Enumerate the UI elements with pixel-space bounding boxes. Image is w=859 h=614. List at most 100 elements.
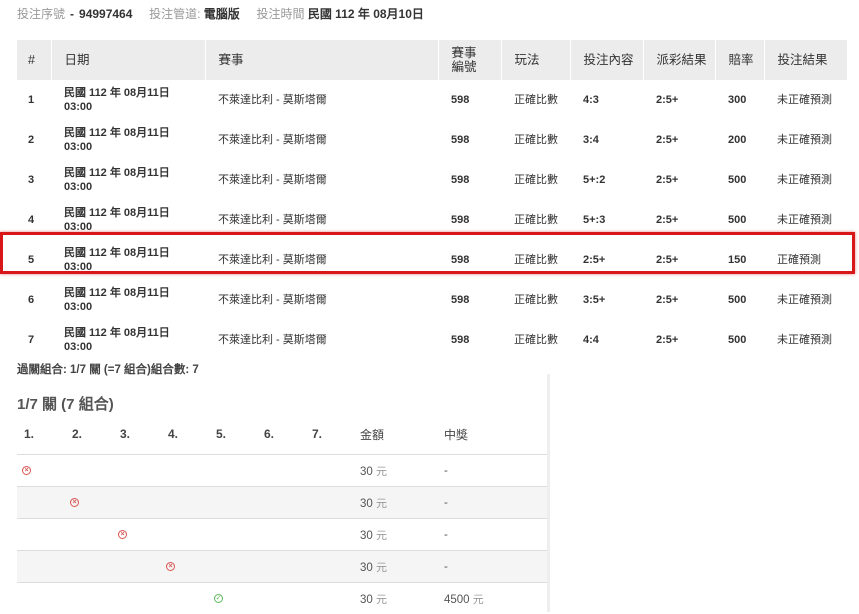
column-header: 派彩結果 (643, 40, 715, 80)
combo-leg-cell (305, 519, 360, 551)
win-cell: - (444, 519, 547, 551)
combo-row: ×30 元- (17, 551, 547, 583)
play-cell: 正確比數 (501, 320, 570, 360)
payout-cell: 2:5+ (643, 320, 715, 360)
payout-cell: 2:5+ (643, 160, 715, 200)
currency-unit: 元 (376, 498, 387, 510)
bet-cell: 4:4 (570, 320, 643, 360)
odds-cell: 500 (715, 200, 764, 240)
num-cell: 3 (17, 160, 51, 200)
time-label: 投注時間 (256, 7, 304, 21)
date-text: 民國 112 年 08月11日 (64, 126, 205, 140)
column-header: 玩法 (501, 40, 570, 80)
odds-cell: 500 (715, 320, 764, 360)
date-cell: 民國 112 年 08月11日03:00 (51, 160, 205, 200)
combo-leg-cell (17, 487, 65, 519)
combo-leg-cell (161, 583, 209, 614)
serial-value: 94997464 (79, 7, 132, 21)
amount-cell: 30 元 (360, 519, 444, 551)
result-cell: 未正確預測 (764, 120, 847, 160)
date-cell: 民國 112 年 08月11日03:00 (51, 80, 205, 120)
win-value: - (444, 497, 448, 509)
odds-cell: 500 (715, 160, 764, 200)
code-cell: 598 (438, 240, 501, 280)
combo-leg-cell: × (113, 519, 161, 551)
payout-cell: 2:5+ (643, 80, 715, 120)
event-cell: 不萊達比利 - 莫斯塔爾 (205, 320, 438, 360)
table-row: 5民國 112 年 08月11日03:00不萊達比利 - 莫斯塔爾598正確比數… (17, 240, 847, 280)
date-cell: 民國 112 年 08月11日03:00 (51, 240, 205, 280)
combo-leg-cell: × (65, 487, 113, 519)
table-header-row: #日期賽事賽事編號玩法投注內容派彩結果賠率投注結果 (17, 40, 847, 80)
date-cell: 民國 112 年 08月11日03:00 (51, 200, 205, 240)
bet-detail-table: #日期賽事賽事編號玩法投注內容派彩結果賠率投注結果 1民國 112 年 08月1… (17, 40, 847, 360)
odds-cell: 300 (715, 80, 764, 120)
event-cell: 不萊達比利 - 莫斯塔爾 (205, 80, 438, 120)
currency-unit: 元 (376, 530, 387, 542)
serial-label: 投注序號 (17, 7, 65, 21)
combo-column-header: 2. (65, 414, 113, 455)
amount-cell: 30 元 (360, 455, 444, 487)
event-cell: 不萊達比利 - 莫斯塔爾 (205, 240, 438, 280)
combo-leg-cell (65, 583, 113, 614)
table-row: 4民國 112 年 08月11日03:00不萊達比利 - 莫斯塔爾598正確比數… (17, 200, 847, 240)
result-cell: 正確預測 (764, 240, 847, 280)
time-text: 03:00 (64, 140, 205, 154)
bet-info-header: 投注序號-94997464 投注管道: 電腦版 投注時間 民國 112 年 08… (17, 5, 424, 22)
combo-row: ✓30 元4500 元 (17, 583, 547, 614)
column-header: 投注結果 (764, 40, 847, 80)
column-header: 賽事編號 (438, 40, 501, 80)
currency-unit: 元 (376, 466, 387, 478)
code-cell: 598 (438, 120, 501, 160)
x-circle-icon: × (166, 562, 175, 571)
date-text: 民國 112 年 08月11日 (64, 286, 205, 300)
currency-unit: 元 (376, 562, 387, 574)
combo-leg-cell (161, 455, 209, 487)
combo-leg-cell: × (17, 455, 65, 487)
win-value: 4500 (444, 594, 470, 606)
combo-leg-cell (257, 519, 305, 551)
combo-column-header: 7. (305, 414, 360, 455)
time-text: 03:00 (64, 300, 205, 314)
combo-leg-cell (113, 551, 161, 583)
currency-unit: 元 (473, 594, 484, 606)
win-value: - (444, 465, 448, 477)
date-cell: 民國 112 年 08月11日03:00 (51, 320, 205, 360)
code-cell: 598 (438, 320, 501, 360)
event-cell: 不萊達比利 - 莫斯塔爾 (205, 280, 438, 320)
combo-column-header: 4. (161, 414, 209, 455)
combo-leg-cell: × (161, 551, 209, 583)
date-text: 民國 112 年 08月11日 (64, 166, 205, 180)
bet-cell: 3:5+ (570, 280, 643, 320)
combo-leg-cell (305, 487, 360, 519)
result-cell: 未正確預測 (764, 320, 847, 360)
separator: - (70, 7, 74, 21)
result-cell: 未正確預測 (764, 200, 847, 240)
bet-cell: 5+:2 (570, 160, 643, 200)
play-cell: 正確比數 (501, 240, 570, 280)
odds-cell: 200 (715, 120, 764, 160)
event-cell: 不萊達比利 - 莫斯塔爾 (205, 200, 438, 240)
play-cell: 正確比數 (501, 280, 570, 320)
combo-leg-cell (113, 583, 161, 614)
date-text: 民國 112 年 08月11日 (64, 206, 205, 220)
num-cell: 1 (17, 80, 51, 120)
date-text: 民國 112 年 08月11日 (64, 86, 205, 100)
play-cell: 正確比數 (501, 120, 570, 160)
currency-unit: 元 (376, 594, 387, 606)
amount-value: 30 (360, 562, 373, 574)
payout-cell: 2:5+ (643, 120, 715, 160)
amount-value: 30 (360, 530, 373, 542)
combo-column-header: 中獎 (444, 414, 547, 455)
play-cell: 正確比數 (501, 200, 570, 240)
amount-cell: 30 元 (360, 551, 444, 583)
payout-cell: 2:5+ (643, 200, 715, 240)
win-cell: - (444, 487, 547, 519)
time-text: 03:00 (64, 340, 205, 354)
win-value: - (444, 529, 448, 541)
column-header: 賠率 (715, 40, 764, 80)
column-header: 日期 (51, 40, 205, 80)
check-circle-icon: ✓ (214, 594, 223, 603)
date-cell: 民國 112 年 08月11日03:00 (51, 120, 205, 160)
win-cell: - (444, 551, 547, 583)
